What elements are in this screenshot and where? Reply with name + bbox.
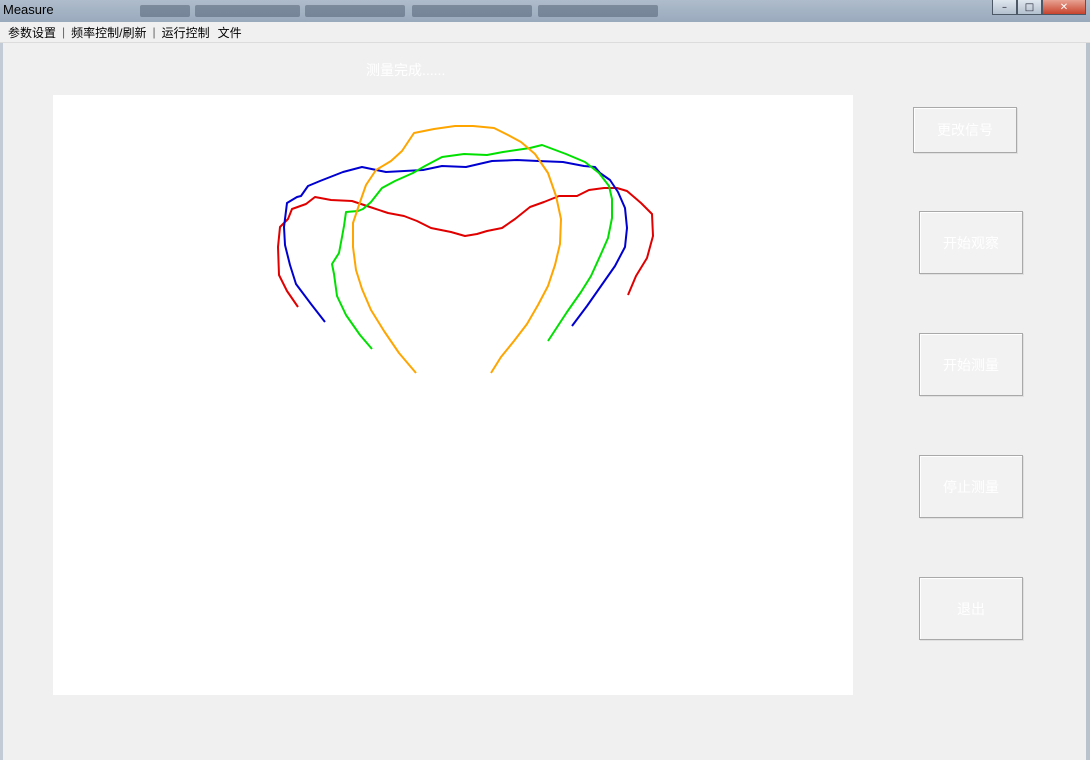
title-bar: Measure – □ ✕	[0, 0, 1090, 23]
window-title: Measure	[3, 2, 54, 17]
measurement-curve-3	[331, 144, 613, 350]
plot-svg	[277, 125, 654, 374]
measurement-curve-1	[277, 187, 654, 308]
close-button[interactable]: ✕	[1042, 0, 1086, 15]
stop-measure-button[interactable]: 停止测量	[919, 455, 1023, 518]
background-window-ghost	[538, 5, 658, 17]
menu-separator: |	[152, 25, 156, 39]
status-text: 测量完成......	[366, 62, 446, 78]
window-controls: – □ ✕	[992, 0, 1086, 15]
change-signal-button[interactable]: 更改信号	[913, 107, 1017, 153]
start-measure-button[interactable]: 开始测量	[919, 333, 1023, 396]
background-window-ghost	[140, 5, 190, 17]
minimize-button[interactable]: –	[992, 0, 1017, 15]
background-window-ghost	[195, 5, 300, 17]
menu-parameter-settings[interactable]: 参数设置	[0, 24, 60, 41]
menu-file[interactable]: 文件	[214, 24, 246, 41]
menu-frequency-control[interactable]: 频率控制/刷新	[67, 24, 150, 41]
maximize-button[interactable]: □	[1017, 0, 1042, 15]
menu-separator: |	[62, 25, 66, 39]
plot-canvas	[53, 95, 853, 695]
background-window-ghost	[412, 5, 532, 17]
window-border-right	[1086, 22, 1090, 760]
background-window-ghost	[305, 5, 405, 17]
window-border-left	[0, 22, 3, 760]
measurement-curve-4	[352, 125, 562, 374]
menu-run-control[interactable]: 运行控制	[158, 24, 214, 41]
menu-bar: 参数设置 | 频率控制/刷新 | 运行控制 文件	[0, 22, 1090, 43]
exit-button[interactable]: 退出	[919, 577, 1023, 640]
start-observe-button[interactable]: 开始观察	[919, 211, 1023, 274]
